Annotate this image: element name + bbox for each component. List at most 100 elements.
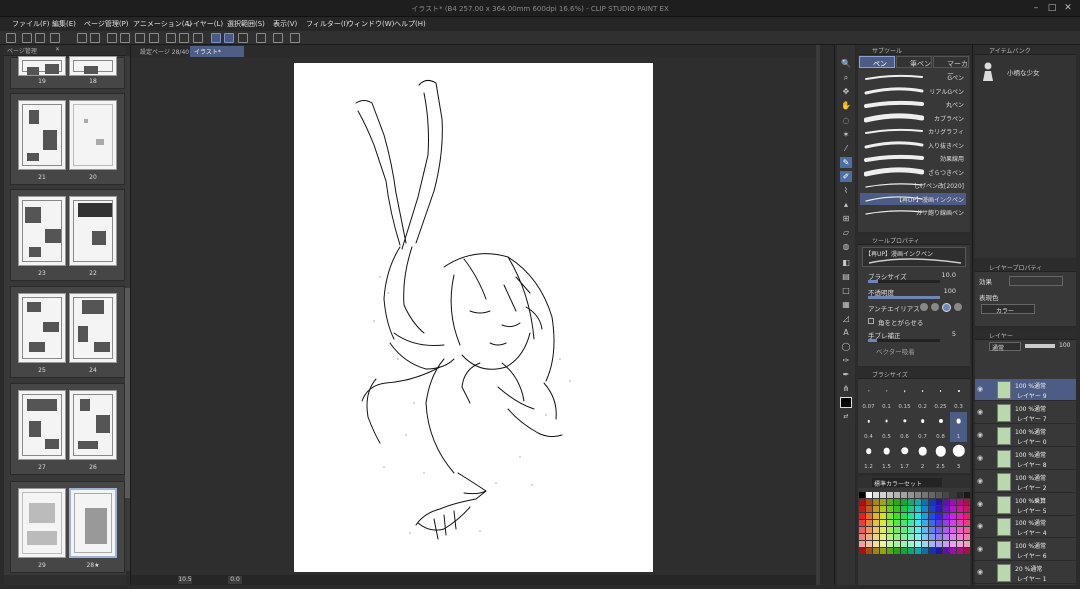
color-swatch[interactable] [901, 513, 907, 519]
color-swatch[interactable] [859, 534, 865, 540]
brush-size-option[interactable]: 0.6 [896, 412, 913, 442]
brush-size-option[interactable]: 0.25 [932, 382, 949, 412]
color-swatch[interactable] [887, 520, 893, 526]
layer-row[interactable]: ◉ 100 %通常 レイヤー 2 [975, 471, 1076, 493]
color-swatch[interactable] [929, 520, 935, 526]
color-swatch[interactable] [866, 527, 872, 533]
page-thumbnail[interactable] [18, 488, 66, 558]
color-swatch[interactable] [922, 506, 928, 512]
color-swatch[interactable] [950, 513, 956, 519]
sharp-corner-checkbox[interactable] [868, 318, 874, 324]
pen-fix-tool-icon[interactable]: ✒ [840, 369, 852, 380]
color-swatch[interactable] [866, 548, 872, 554]
page-spread-25-24[interactable]: 25 24 [10, 286, 125, 378]
color-swatch[interactable] [964, 527, 970, 533]
pencil-tool-icon[interactable]: ✐ [840, 171, 852, 182]
visibility-eye-icon[interactable]: ◉ [977, 408, 985, 416]
antialias-row[interactable]: アンチエイリアス [868, 303, 964, 313]
drawing-canvas[interactable] [294, 63, 653, 572]
color-swatch[interactable] [922, 520, 928, 526]
color-swatch[interactable] [943, 534, 949, 540]
color-swatch[interactable] [957, 513, 963, 519]
color-swatch[interactable] [859, 520, 865, 526]
menu-page[interactable]: ページ管理(P) [84, 19, 129, 29]
color-swatch[interactable] [859, 548, 865, 554]
page-thumbnail[interactable] [69, 56, 117, 76]
color-swatch[interactable] [901, 548, 907, 554]
correct-line-tool-icon[interactable]: ✑ [840, 355, 852, 366]
menu-file[interactable]: ファイル(F) [12, 19, 50, 29]
item-bank-tab[interactable]: アイテムバンク [989, 46, 1031, 55]
page-spread-21-20[interactable]: 21 20 [10, 93, 125, 185]
page-thumbnail[interactable] [18, 293, 66, 363]
color-swatch[interactable] [908, 548, 914, 554]
color-swatch[interactable] [943, 548, 949, 554]
layer-row[interactable]: ◉ 100 %通常 レイヤー 4 [975, 516, 1076, 539]
gradient-tool-icon[interactable]: ▤ [840, 271, 852, 282]
snap-ruler-icon[interactable] [211, 33, 221, 43]
tab-marker[interactable]: マーカー [933, 56, 969, 78]
brush-item[interactable]: リアルGペン [860, 85, 966, 97]
menu-animation[interactable]: アニメーション(A) [133, 19, 192, 29]
zoom-level[interactable]: 10.5 [178, 576, 192, 584]
menu-selection[interactable]: 選択範囲(S) [227, 19, 265, 29]
color-swatch[interactable] [915, 527, 921, 533]
studio-icon[interactable] [6, 33, 16, 43]
brush-size-option[interactable]: 0.4 [860, 412, 877, 442]
color-swatch[interactable] [929, 548, 935, 554]
brush-item[interactable]: カブラペン [860, 112, 966, 124]
color-swatch[interactable] [950, 534, 956, 540]
color-swatch[interactable] [957, 506, 963, 512]
color-swatch[interactable] [880, 534, 886, 540]
opacity-value[interactable]: 100 [944, 287, 956, 295]
color-swatch[interactable] [880, 541, 886, 547]
menu-view[interactable]: 表示(V) [273, 19, 297, 29]
eraser-tool-icon[interactable]: ▱ [840, 227, 852, 238]
pen-tool-icon[interactable]: ✎ [840, 157, 852, 168]
help-icon[interactable] [273, 33, 283, 43]
deselect-icon[interactable] [166, 33, 176, 43]
brush-size-option[interactable]: 1 [950, 412, 967, 442]
decoration-tool-icon[interactable]: ⊞ [840, 213, 852, 224]
color-swatch[interactable] [936, 513, 942, 519]
brush-item[interactable]: 入り抜きペン [860, 139, 966, 151]
color-swatch[interactable] [957, 541, 963, 547]
color-swatch[interactable] [866, 499, 872, 505]
brush-tool-icon[interactable]: ⌇ [840, 185, 852, 196]
brush-size-option[interactable]: 3 [950, 442, 967, 472]
color-swatch[interactable] [873, 534, 879, 540]
color-swatch[interactable] [950, 492, 956, 498]
page-thumbnail[interactable] [18, 100, 66, 170]
brush-size-option[interactable]: 0.07 [860, 382, 877, 412]
color-swatch[interactable] [964, 520, 970, 526]
color-swatch[interactable] [936, 527, 942, 533]
brush-size-row[interactable]: ブラシサイズ 10.0 [868, 271, 964, 283]
color-swatch[interactable] [873, 506, 879, 512]
show-selection-icon[interactable] [193, 33, 203, 43]
color-swatch[interactable] [908, 499, 914, 505]
color-swatch[interactable] [880, 527, 886, 533]
vector-snap-row[interactable]: ベクター吸着 [876, 346, 972, 356]
brush-size-option[interactable]: 1.7 [896, 442, 913, 472]
brush-item[interactable]: 丸ペン [860, 98, 966, 110]
canvas-scrollbar[interactable] [816, 45, 820, 585]
page-thumbnail[interactable] [18, 196, 66, 266]
sharp-corner-row[interactable]: 角をとがらせる [868, 317, 964, 327]
stabilization-value[interactable]: 5 [952, 330, 956, 338]
move-tool-icon[interactable]: ✥ [840, 86, 852, 97]
color-swatch[interactable] [859, 492, 865, 498]
color-swatch[interactable] [873, 520, 879, 526]
color-swatch[interactable] [964, 506, 970, 512]
color-swatch[interactable] [901, 520, 907, 526]
visibility-eye-icon[interactable]: ◉ [977, 431, 985, 439]
color-swatch[interactable] [894, 541, 900, 547]
minimize-icon[interactable]: – [1030, 3, 1042, 14]
color-swatch[interactable] [915, 499, 921, 505]
brush-size-option[interactable]: 1.5 [878, 442, 895, 472]
color-swatch[interactable] [880, 520, 886, 526]
brush-size-slider[interactable] [868, 280, 940, 283]
companion-icon[interactable] [256, 33, 266, 43]
undo-icon[interactable] [77, 33, 87, 43]
color-swatch[interactable] [894, 548, 900, 554]
visibility-eye-icon[interactable]: ◉ [977, 385, 985, 393]
